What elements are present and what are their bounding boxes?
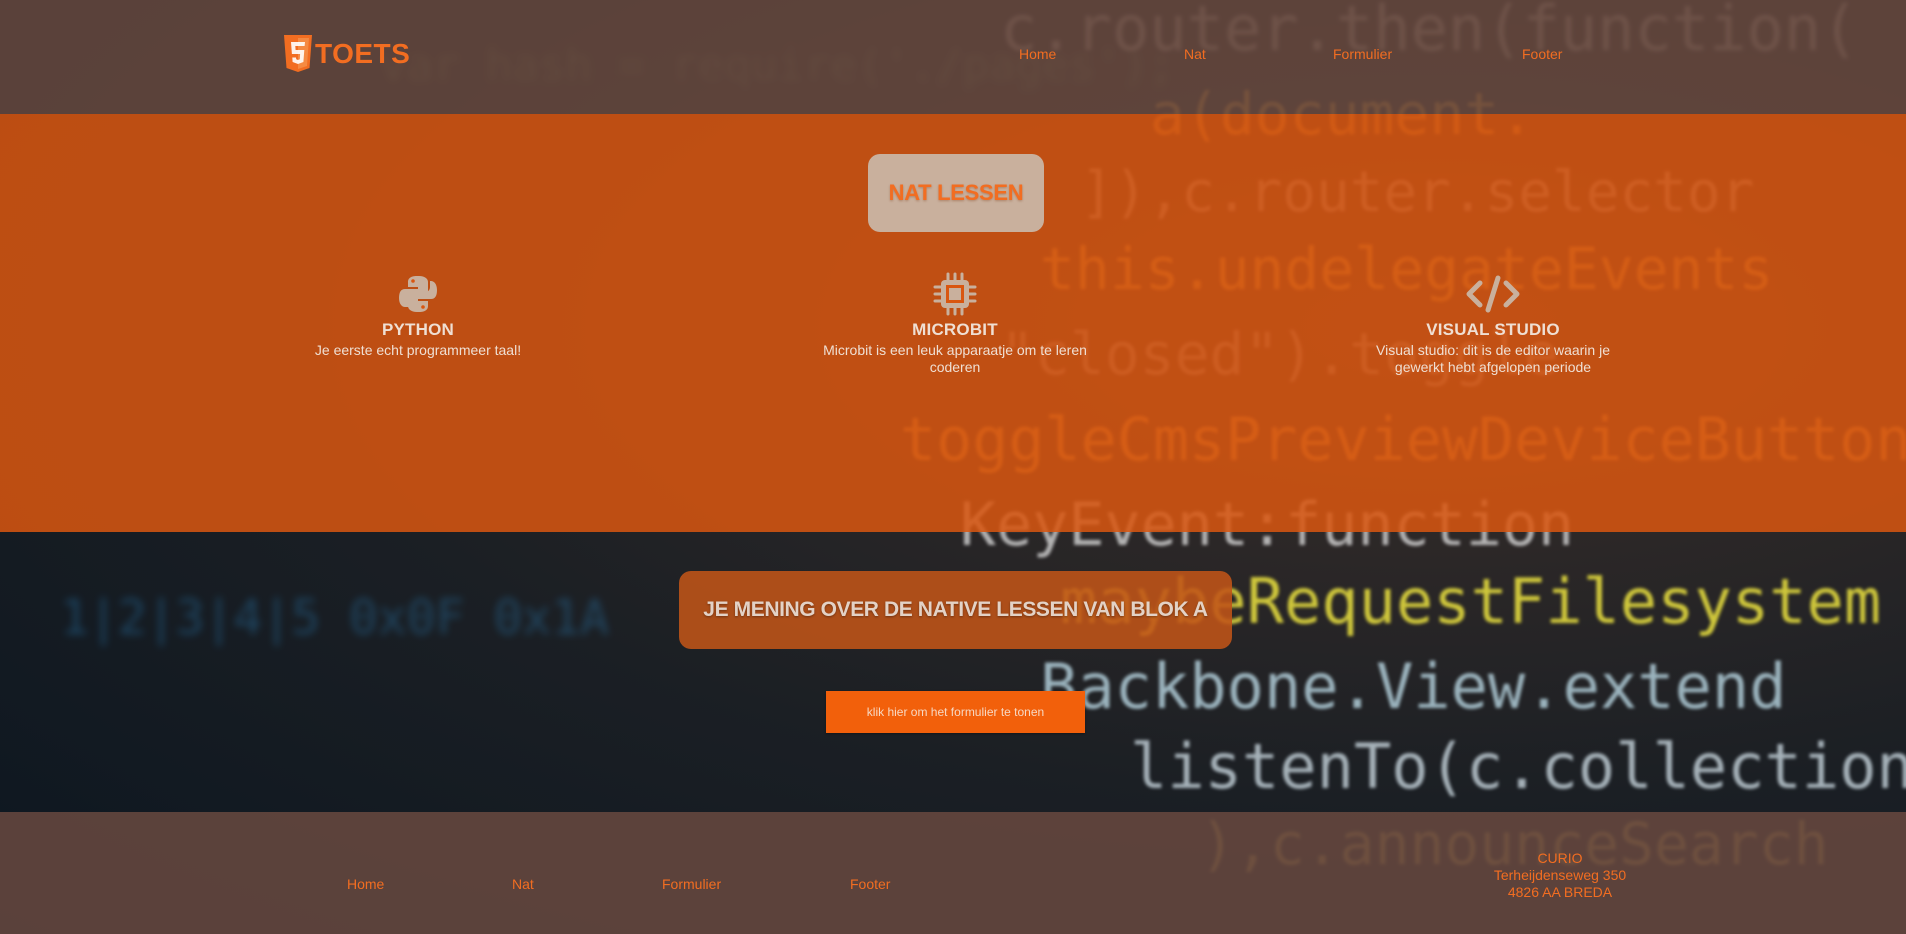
form-section-title-text: JE MENING OVER DE NATIVE LESSEN VAN BLOK… (703, 598, 1208, 621)
nav-link-nat[interactable]: Nat (1184, 46, 1206, 62)
address-city: 4826 AA BREDA (1507, 884, 1613, 900)
card-python: PYTHON Je eerste echt programmeer taal! (278, 272, 558, 359)
microchip-icon (933, 272, 977, 316)
footer-address: CURIO Terheijdenseweg 350 4826 AA BREDA (1480, 850, 1640, 901)
nav-link-footer[interactable]: Footer (1522, 46, 1562, 62)
logo-text: TOETS (315, 38, 411, 69)
code-icon (1466, 275, 1520, 313)
card-visual-studio-title: VISUAL STUDIO (1426, 320, 1560, 339)
card-microbit-text: Microbit is een leuk apparaatje om te le… (823, 342, 1087, 375)
footer-link-formulier[interactable]: Formulier (662, 876, 721, 892)
footer-link-nat[interactable]: Nat (512, 876, 534, 892)
footer-link-footer[interactable]: Footer (850, 876, 890, 892)
address-street: Terheijdenseweg 350 (1493, 867, 1627, 883)
python-icon (399, 276, 437, 312)
show-form-button[interactable]: klik hier om het formulier te tonen (826, 691, 1085, 733)
html5-icon (284, 35, 312, 72)
nat-section-title: NAT LESSEN (868, 154, 1044, 232)
card-microbit-title: MICROBIT (912, 320, 998, 339)
nav-link-formulier[interactable]: Formulier (1333, 46, 1392, 62)
address-name: CURIO (1537, 850, 1583, 866)
nat-section-title-text: NAT LESSEN (888, 180, 1024, 205)
nav-link-home[interactable]: Home (1019, 46, 1056, 62)
card-microbit: MICROBIT Microbit is een leuk apparaatje… (815, 272, 1095, 376)
card-python-text: Je eerste echt programmeer taal! (314, 342, 522, 358)
card-python-title: PYTHON (381, 320, 455, 339)
form-section-title: JE MENING OVER DE NATIVE LESSEN VAN BLOK… (679, 571, 1232, 649)
site-header: TOETS Home Nat Formulier Footer (0, 0, 1906, 114)
footer-link-home[interactable]: Home (347, 876, 384, 892)
site-logo[interactable]: TOETS (283, 34, 410, 74)
card-visual-studio-text: Visual studio: dit is de editor waarin j… (1376, 342, 1610, 375)
card-visual-studio: VISUAL STUDIO Visual studio: dit is de e… (1353, 272, 1633, 376)
